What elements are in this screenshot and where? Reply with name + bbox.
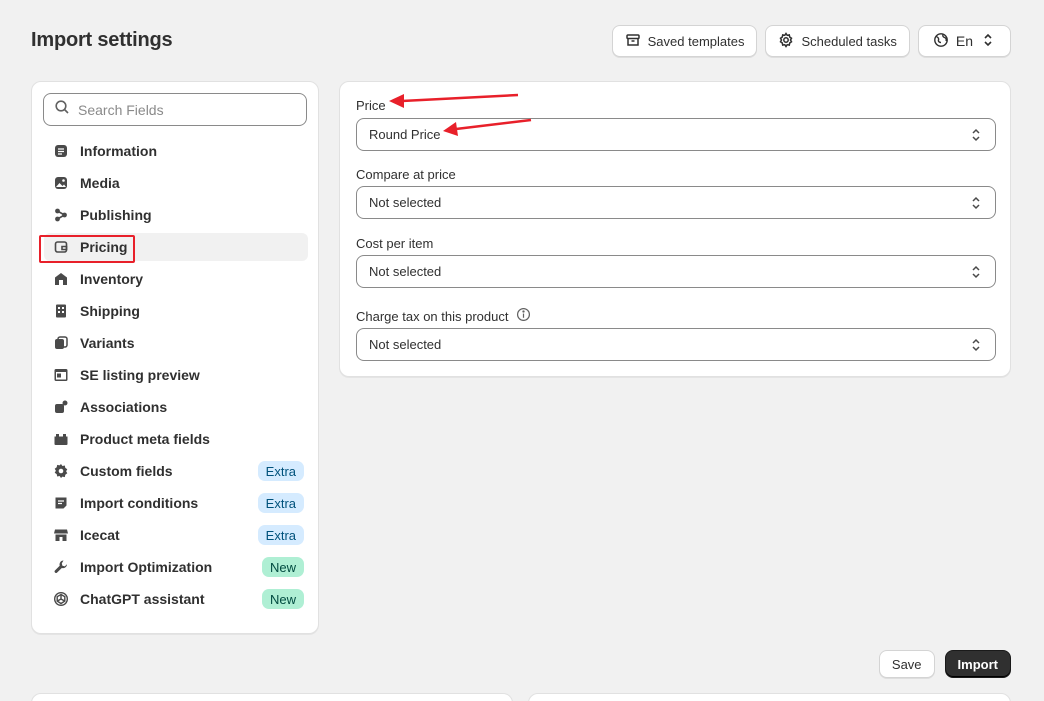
sidebar-item-variants[interactable]: Variants (44, 329, 308, 357)
search-field[interactable] (43, 93, 307, 126)
lower-card-left (31, 693, 513, 701)
save-button[interactable]: Save (878, 650, 935, 678)
sidebar-nav: Information Media Publishing Pricing Inv… (44, 137, 308, 617)
folder-icon (53, 431, 69, 447)
sidebar-item-label: Information (80, 143, 157, 159)
sidebar-item-label: Media (80, 175, 120, 191)
chevron-up-down-icon (972, 128, 980, 142)
compare-at-price-label: Compare at price (356, 167, 456, 182)
channels-icon (53, 207, 69, 223)
pricing-form-card: Price Round Price Compare at price Not s… (339, 81, 1011, 377)
import-button[interactable]: Import (944, 650, 1011, 678)
sidebar-item-label: Publishing (80, 207, 152, 223)
charge-tax-label-text: Charge tax on this product (356, 308, 509, 324)
archive-icon (625, 32, 641, 51)
price-label: Price (356, 98, 386, 113)
chevron-up-down-icon (972, 196, 980, 210)
sidebar-item-label: Icecat (80, 527, 120, 543)
cost-per-item-select[interactable]: Not selected (356, 255, 996, 288)
sidebar-item-product-meta-fields[interactable]: Product meta fields (44, 425, 308, 453)
sidebar-item-icecat[interactable]: Icecat Extra (44, 521, 308, 549)
sidebar-item-label: Custom fields (80, 463, 173, 479)
sidebar-item-label: Import conditions (80, 495, 199, 511)
warehouse-icon (53, 271, 69, 287)
new-badge: New (261, 557, 304, 577)
building-icon (53, 303, 69, 319)
sidebar-item-information[interactable]: Information (44, 137, 308, 165)
extra-badge: Extra (257, 493, 304, 513)
sidebar-item-label: ChatGPT assistant (80, 591, 205, 607)
browser-icon (53, 367, 69, 383)
chevron-up-down-icon (972, 338, 980, 352)
sidebar-item-chatgpt-assistant[interactable]: ChatGPT assistant New (44, 585, 308, 613)
gear-icon (778, 31, 794, 51)
sidebar-item-publishing[interactable]: Publishing (44, 201, 308, 229)
page-title: Import settings (31, 29, 173, 51)
store-icon (53, 527, 69, 543)
saved-templates-button[interactable]: Saved templates (611, 25, 758, 57)
sidebar-item-label: Inventory (80, 271, 144, 287)
info-icon[interactable] (516, 307, 531, 325)
sidebar-item-associations[interactable]: Associations (44, 393, 308, 421)
charge-tax-label: Charge tax on this product (356, 307, 531, 325)
note-icon (53, 495, 69, 511)
compare-at-price-select[interactable]: Not selected (356, 186, 996, 219)
sidebar-item-import-conditions[interactable]: Import conditions Extra (44, 489, 308, 517)
price-select[interactable]: Round Price (356, 118, 996, 151)
extra-badge: Extra (257, 525, 304, 545)
charge-tax-select[interactable]: Not selected (356, 328, 996, 361)
sidebar-item-custom-fields[interactable]: Custom fields Extra (44, 457, 308, 485)
sidebar-item-media[interactable]: Media (44, 169, 308, 197)
associations-icon (53, 399, 69, 415)
search-input[interactable] (78, 101, 298, 118)
gear-icon (53, 463, 69, 479)
wrench-icon (53, 559, 69, 575)
top-actions: Saved templates Scheduled tasks En (611, 25, 1011, 57)
image-icon (53, 175, 69, 191)
fields-sidebar: Information Media Publishing Pricing Inv… (31, 81, 319, 634)
variant-icon (53, 335, 69, 351)
compare-at-price-label-text: Compare at price (356, 167, 456, 182)
sidebar-item-inventory[interactable]: Inventory (44, 265, 308, 293)
sidebar-item-label: Product meta fields (80, 431, 210, 447)
lower-card-right (528, 693, 1011, 701)
sidebar-item-shipping[interactable]: Shipping (44, 297, 308, 325)
sidebar-item-label: Import Optimization (80, 559, 213, 575)
scheduled-tasks-label: Scheduled tasks (801, 33, 897, 49)
footer-actions: Save Import (878, 650, 1011, 678)
cost-per-item-select-value: Not selected (369, 264, 442, 279)
saved-templates-label: Saved templates (647, 33, 745, 49)
sidebar-item-import-optimization[interactable]: Import Optimization New (44, 553, 308, 581)
search-icon (54, 99, 70, 120)
cost-per-item-label: Cost per item (356, 236, 433, 251)
language-selector[interactable]: En (917, 25, 1011, 57)
chevron-up-down-icon (980, 32, 996, 51)
chevron-up-down-icon (972, 265, 980, 279)
document-icon (53, 143, 69, 159)
sidebar-item-label: Shipping (80, 303, 140, 319)
sidebar-item-label: SE listing preview (80, 367, 200, 383)
globe-icon (933, 32, 949, 51)
sidebar-item-label: Associations (80, 399, 168, 415)
scheduled-tasks-button[interactable]: Scheduled tasks (765, 25, 910, 57)
sidebar-item-se-listing-preview[interactable]: SE listing preview (44, 361, 308, 389)
price-label-text: Price (356, 98, 386, 113)
cost-per-item-label-text: Cost per item (356, 236, 434, 251)
openai-icon (53, 591, 69, 607)
sidebar-item-label: Variants (80, 335, 135, 351)
language-label: En (955, 33, 973, 49)
new-badge: New (261, 589, 304, 609)
price-select-value: Round Price (369, 127, 441, 142)
compare-at-price-select-value: Not selected (369, 195, 442, 210)
pricing-highlight-box (39, 235, 135, 263)
extra-badge: Extra (257, 461, 304, 481)
charge-tax-select-value: Not selected (369, 337, 442, 352)
